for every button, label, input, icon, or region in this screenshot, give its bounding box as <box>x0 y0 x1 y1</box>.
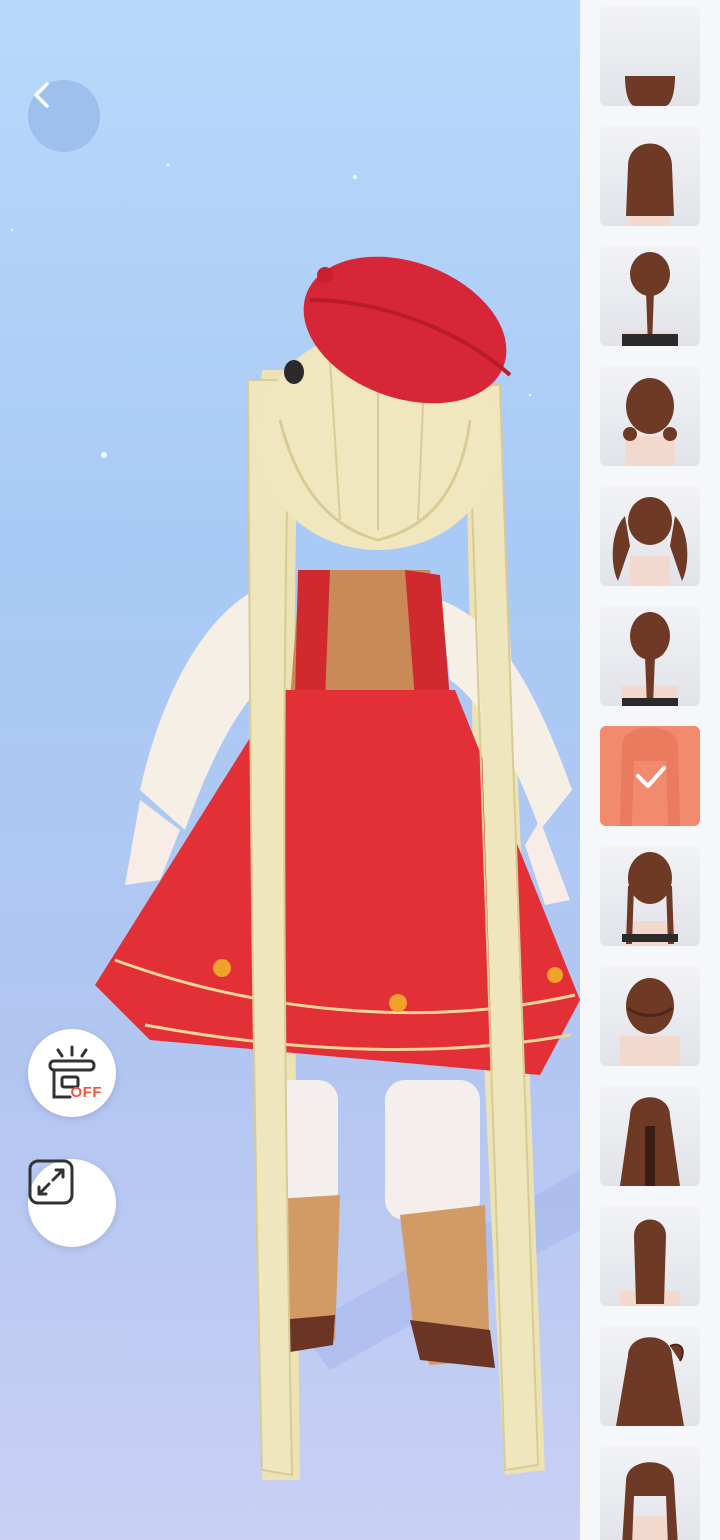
hair-style-tile[interactable] <box>600 966 700 1066</box>
hair-style-tile[interactable] <box>600 846 700 946</box>
fullscreen-button[interactable] <box>28 1159 116 1247</box>
hair-style-tile[interactable] <box>600 1086 700 1186</box>
expand-arrows-icon <box>28 1159 74 1205</box>
hair-style-tile[interactable] <box>600 366 700 466</box>
hair-style-tile[interactable] <box>600 1326 700 1426</box>
avatar-3d-view <box>10 163 580 1480</box>
hair-style-tile[interactable] <box>600 606 700 706</box>
back-button[interactable] <box>28 80 100 152</box>
hair-style-tile[interactable] <box>600 1206 700 1306</box>
lighting-toggle-button[interactable]: OFF <box>28 1029 116 1117</box>
hair-style-tile[interactable] <box>600 1446 700 1540</box>
sparkle <box>101 452 107 458</box>
hairstyle-list-panel[interactable] <box>580 0 720 1540</box>
lighting-off-label: OFF <box>70 1084 102 1101</box>
hair-style-tile-selected[interactable] <box>600 726 700 826</box>
hair-style-tile-partial[interactable] <box>600 6 700 106</box>
avatar-preview[interactable]: OFF <box>0 0 580 1540</box>
chevron-left-icon <box>34 82 49 108</box>
hair-style-tile[interactable] <box>600 246 700 346</box>
checkmark-icon <box>636 766 666 788</box>
hair-style-tile[interactable] <box>600 486 700 586</box>
hair-style-tile[interactable] <box>600 126 700 226</box>
lamp-icon <box>48 1045 96 1099</box>
